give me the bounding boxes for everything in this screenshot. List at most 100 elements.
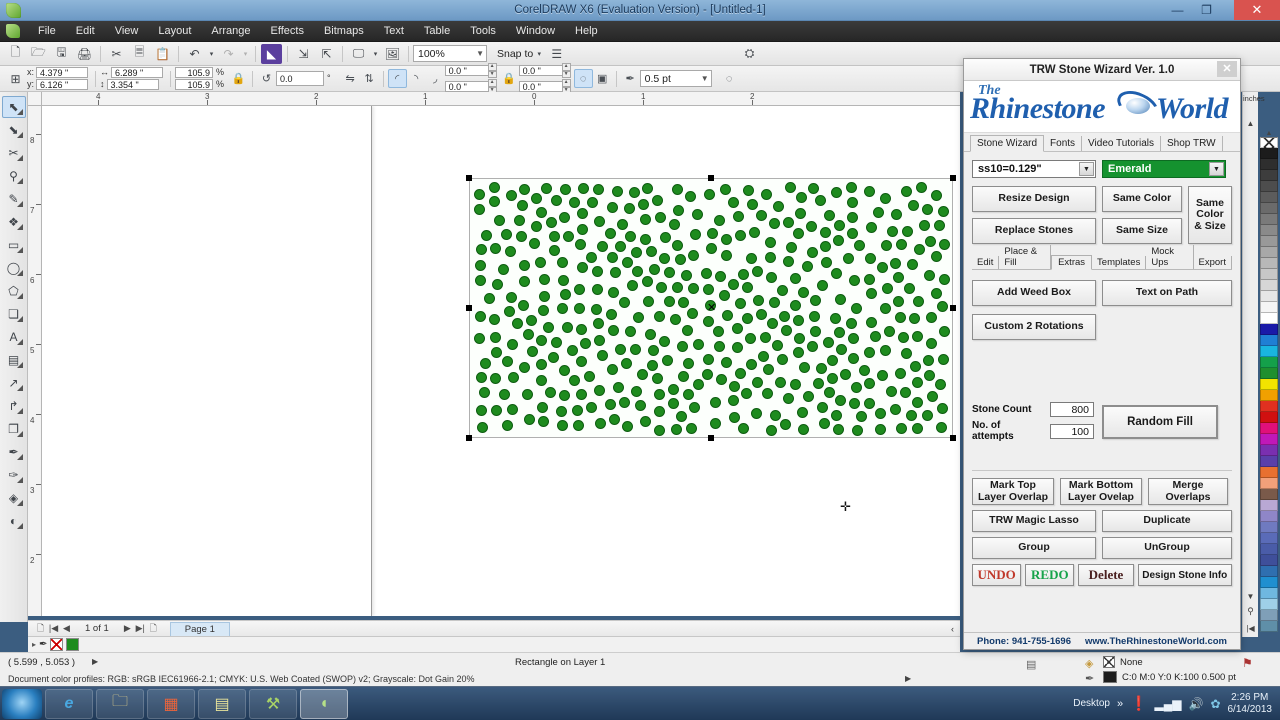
maximize-button[interactable]: ❐	[1192, 0, 1221, 20]
lock-ratio-icon[interactable]: 🔒	[229, 69, 248, 88]
palette-swatch[interactable]	[1260, 324, 1278, 335]
scale-height-field[interactable]: 105.9	[175, 79, 214, 90]
selection-handle[interactable]	[466, 175, 472, 181]
no-fill-swatch[interactable]	[50, 638, 64, 651]
menu-item-layout[interactable]: Layout	[148, 22, 201, 40]
same-color-and-size-button[interactable]: Same Color & Size	[1188, 186, 1232, 244]
media-app-icon[interactable]: ▦	[147, 688, 195, 719]
palette-swatch[interactable]	[1260, 203, 1278, 214]
palette-swatch[interactable]	[1260, 456, 1278, 467]
subtab-extras[interactable]: Extras	[1051, 255, 1093, 270]
vertical-ruler[interactable]: 8 7 6 5 4 3 2	[28, 106, 42, 616]
palette-scroll-up-icon[interactable]: ▲	[1258, 130, 1280, 137]
zoom-tool[interactable]: ⚲	[2, 165, 26, 187]
publish-pdf-icon[interactable]: 🖵	[348, 44, 369, 64]
trw-magic-lasso-button[interactable]: TRW Magic Lasso	[972, 510, 1096, 532]
palette-swatch[interactable]	[1260, 478, 1278, 489]
palette-swatch[interactable]	[1260, 489, 1278, 500]
copy-icon[interactable]: 🗏	[129, 44, 150, 64]
ruler-corner[interactable]	[28, 92, 42, 106]
tab-fonts[interactable]: Fonts	[1044, 136, 1083, 151]
palette-swatch[interactable]	[1260, 577, 1278, 588]
fill-none-swatch[interactable]	[1103, 656, 1115, 668]
palette-swatch[interactable]	[1260, 544, 1278, 555]
corner-round-icon[interactable]: ◜	[387, 69, 407, 88]
x-position-field[interactable]: 4.379 "	[36, 67, 89, 78]
palette-swatch[interactable]	[1260, 170, 1278, 181]
replace-stones-button[interactable]: Replace Stones	[972, 218, 1096, 244]
smart-fill-tool[interactable]: ❖	[2, 211, 26, 233]
stone-color-select[interactable]: Emerald ▼	[1102, 160, 1226, 178]
text-wrap-icon[interactable]: ▣	[593, 69, 612, 88]
print-icon[interactable]: 🖨	[74, 44, 95, 64]
design-stone-info-button[interactable]: Design Stone Info	[1137, 564, 1232, 586]
palette-swatch[interactable]	[1260, 335, 1278, 346]
palette-swatch[interactable]	[1260, 357, 1278, 368]
table-tool[interactable]: ▤	[2, 349, 26, 371]
palette-swatch[interactable]	[1260, 390, 1278, 401]
undo-icon[interactable]: ↶	[184, 44, 205, 64]
palette-swatch[interactable]	[1260, 225, 1278, 236]
menu-item-tools[interactable]: Tools	[460, 22, 506, 40]
color-eyedropper-tool[interactable]: ✒	[2, 441, 26, 463]
current-fill-swatch[interactable]	[66, 638, 80, 651]
snap-dropdown-icon[interactable]: ▾	[534, 44, 544, 64]
close-button[interactable]: ✕	[1234, 0, 1280, 20]
taskbar-clock[interactable]: 2:26 PM 6/14/2013	[1228, 692, 1273, 716]
group-button[interactable]: Group	[972, 537, 1096, 559]
palette-swatch[interactable]	[1260, 214, 1278, 225]
object-origin-icon[interactable]: ⊞	[5, 69, 26, 89]
open-icon[interactable]: 🗁	[28, 44, 49, 64]
show-desktop-label[interactable]: Desktop	[1073, 698, 1110, 709]
blend-tool[interactable]: ❐	[2, 418, 26, 440]
width-field[interactable]: 6.289 "	[111, 67, 164, 78]
last-page-icon[interactable]: ▶|	[134, 623, 147, 634]
palette-swatch[interactable]	[1260, 500, 1278, 511]
menu-item-effects[interactable]: Effects	[261, 22, 314, 40]
palette-swatch[interactable]	[1260, 522, 1278, 533]
merge-overlaps-button[interactable]: Merge Overlaps	[1148, 478, 1228, 505]
rotation-angle-field[interactable]: 0.0	[276, 71, 325, 86]
internet-explorer-icon[interactable]: e	[45, 688, 93, 719]
random-fill-button[interactable]: Random Fill	[1102, 405, 1218, 439]
outline-width-combo[interactable]: 0.5 pt ▼	[639, 70, 712, 87]
palette-swatch[interactable]	[1260, 159, 1278, 170]
palette-swatch[interactable]	[1260, 621, 1278, 632]
stone-size-select[interactable]: ss10=0.129" ▼	[972, 160, 1096, 178]
selection-handle[interactable]	[950, 305, 956, 311]
palette-swatch[interactable]	[1260, 566, 1278, 577]
mirror-vertical-icon[interactable]: ⇅	[360, 69, 379, 88]
subtab-edit[interactable]: Edit	[972, 256, 1000, 269]
palette-swatch[interactable]	[1260, 379, 1278, 390]
selection-handle[interactable]	[466, 435, 472, 441]
scroll-up-icon[interactable]: ▲	[1243, 119, 1258, 128]
palette-swatch[interactable]	[1260, 599, 1278, 610]
footer-website[interactable]: www.TheRhinestoneWorld.com	[1085, 636, 1227, 647]
crop-tool[interactable]: ✂	[2, 142, 26, 164]
delete-button[interactable]: Delete	[1078, 564, 1134, 586]
palette-swatch[interactable]	[1260, 280, 1278, 291]
ellipse-tool[interactable]: ◯	[2, 257, 26, 279]
tab-shop-trw[interactable]: Shop TRW	[1161, 136, 1223, 151]
page-menu-icon[interactable]: 🗋	[34, 621, 47, 637]
zoom-level-combo[interactable]: 100% ▼	[413, 45, 487, 62]
volume-icon[interactable]: 🔊	[1188, 697, 1203, 711]
selection-handle[interactable]	[466, 305, 472, 311]
page-tab-1[interactable]: Page 1	[169, 621, 230, 636]
tray-overflow-icon[interactable]: »	[1117, 698, 1123, 710]
attempts-field[interactable]: 100	[1050, 423, 1094, 439]
palette-swatch[interactable]	[1260, 291, 1278, 302]
resize-design-button[interactable]: Resize Design	[972, 186, 1096, 212]
zoom-palette-icon[interactable]: ⚲	[1243, 606, 1258, 617]
palette-swatch[interactable]	[1260, 533, 1278, 544]
stone-count-field[interactable]: 800	[1050, 402, 1094, 417]
corner-chamfer-icon[interactable]: ◞	[426, 69, 445, 88]
palette-swatch[interactable]	[1260, 269, 1278, 280]
connector-tool[interactable]: ↱	[2, 395, 26, 417]
horizontal-ruler[interactable]: 4 3 2 1 0 1 2	[28, 92, 960, 106]
text-tool[interactable]: A	[2, 326, 26, 348]
first-page-icon[interactable]: |◀	[47, 623, 60, 634]
next-page-icon[interactable]: ▶	[121, 623, 134, 634]
export-icon[interactable]: ⇱	[316, 44, 337, 64]
edit-corners-icon[interactable]: ◌	[573, 69, 593, 88]
